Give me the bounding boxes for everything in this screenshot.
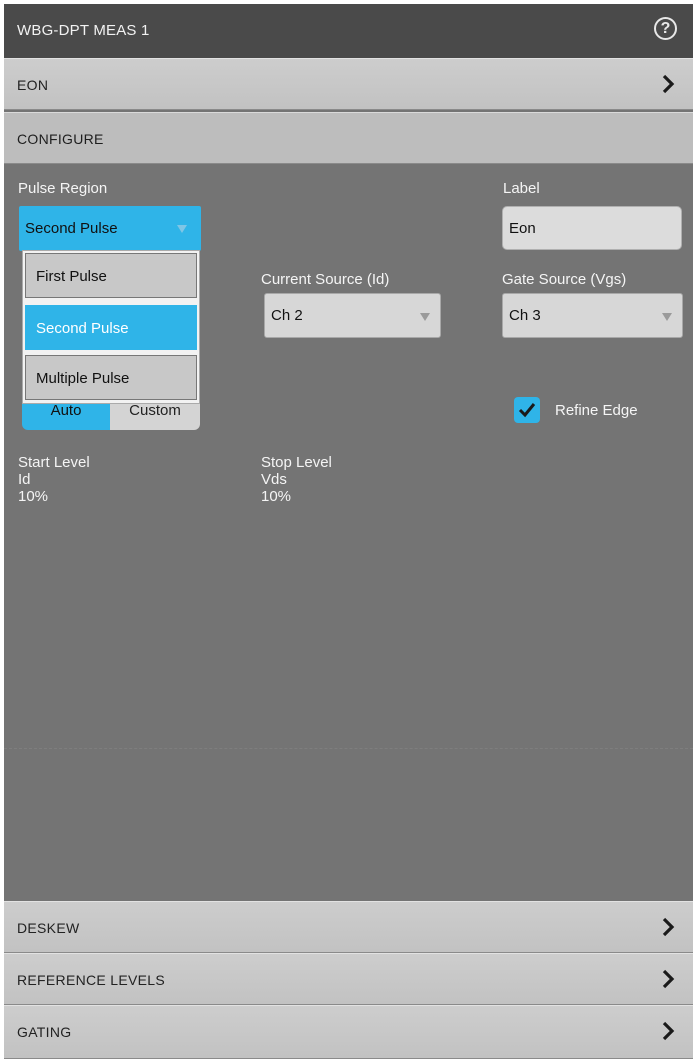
question-circle-icon[interactable]: ? <box>654 17 677 40</box>
section-deskew[interactable]: DESKEW <box>4 901 693 953</box>
stop-level-source: Vds <box>261 471 287 488</box>
title-bar: WBG-DPT MEAS 1 ? <box>4 4 693 58</box>
dropdown-arrow-icon <box>420 313 430 321</box>
dropdown-option-second-pulse[interactable]: Second Pulse <box>25 305 197 350</box>
section-gating-label: GATING <box>17 1024 72 1040</box>
divider <box>4 748 693 749</box>
section-deskew-label: DESKEW <box>17 920 80 936</box>
section-gating[interactable]: GATING <box>4 1005 693 1059</box>
current-source-value: Ch 2 <box>271 307 303 324</box>
label-input[interactable]: Eon <box>502 206 682 250</box>
label-field-label: Label <box>503 180 540 197</box>
section-eon-label: EON <box>17 77 49 93</box>
section-eon[interactable]: EON <box>4 58 693 110</box>
pulse-region-select[interactable]: Second Pulse <box>19 206 201 251</box>
chevron-right-icon <box>662 969 675 989</box>
section-configure-label: CONFIGURE <box>17 131 104 147</box>
current-source-label: Current Source (Id) <box>261 271 390 288</box>
section-configure[interactable]: CONFIGURE <box>4 112 693 164</box>
measurement-panel: WBG-DPT MEAS 1 ? EON CONFIGURE Pulse Reg… <box>4 4 693 1059</box>
chevron-right-icon <box>662 74 675 94</box>
pulse-region-dropdown: First Pulse Second Pulse Multiple Pulse <box>22 250 200 404</box>
gate-source-select[interactable]: Ch 3 <box>502 293 683 338</box>
pulse-region-value: Second Pulse <box>25 220 118 237</box>
current-source-select[interactable]: Ch 2 <box>264 293 441 338</box>
chevron-right-icon <box>662 917 675 937</box>
dropdown-option-first-pulse[interactable]: First Pulse <box>25 253 197 298</box>
refine-edge-label: Refine Edge <box>555 402 638 419</box>
start-level-title: Start Level <box>18 454 90 471</box>
dropdown-arrow-icon <box>177 225 187 233</box>
panel-title: WBG-DPT MEAS 1 <box>17 22 150 39</box>
label-input-value: Eon <box>509 220 536 237</box>
stop-level-title: Stop Level <box>261 454 332 471</box>
start-level-source: Id <box>18 471 31 488</box>
stop-level-value: 10% <box>261 488 292 505</box>
dropdown-arrow-icon <box>662 313 672 321</box>
checkmark-icon <box>518 403 536 418</box>
refine-edge-checkbox[interactable] <box>514 397 540 423</box>
gate-source-label: Gate Source (Vgs) <box>502 271 627 288</box>
chevron-right-icon <box>662 1021 675 1041</box>
gate-source-value: Ch 3 <box>509 307 541 324</box>
dropdown-option-multiple-pulse[interactable]: Multiple Pulse <box>25 355 197 400</box>
section-reference-levels-label: REFERENCE LEVELS <box>17 972 165 988</box>
pulse-region-label: Pulse Region <box>18 180 108 197</box>
section-reference-levels[interactable]: REFERENCE LEVELS <box>4 953 693 1005</box>
start-level-value: 10% <box>18 488 49 505</box>
